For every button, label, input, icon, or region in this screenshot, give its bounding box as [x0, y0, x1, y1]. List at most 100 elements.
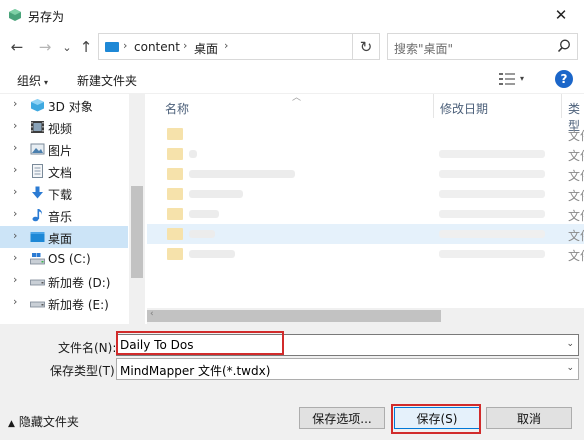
file-type: 文件 — [568, 169, 584, 183]
blurred-file-name — [189, 190, 243, 198]
sidebar-item-3d-objects[interactable]: › 3D 对象 — [0, 94, 128, 116]
sidebar-item-label: OS (C:) — [48, 252, 91, 266]
blurred-date — [439, 190, 545, 198]
expand-chevron-icon[interactable]: › — [13, 229, 17, 242]
sidebar-item-label: 图片 — [48, 144, 73, 158]
breadcrumb-desktop[interactable]: 桌面 — [194, 40, 218, 57]
folder-icon — [167, 128, 183, 140]
back-button[interactable]: ← — [6, 36, 28, 58]
column-header-type[interactable]: 类型 — [568, 100, 584, 133]
blurred-date — [439, 150, 545, 158]
forward-button[interactable]: → — [34, 36, 56, 58]
folder-icon — [167, 148, 183, 160]
column-header-name[interactable]: 名称 — [165, 100, 189, 124]
expand-chevron-icon[interactable]: › — [13, 207, 17, 220]
file-type: 文件 — [568, 149, 584, 163]
column-header-modified[interactable]: 修改日期 — [440, 100, 488, 124]
close-button[interactable]: ✕ — [538, 0, 584, 30]
column-divider[interactable] — [561, 94, 562, 118]
organize-label: 组织 — [17, 74, 42, 88]
filetype-select[interactable]: MindMapper 文件(*.twdx) ⌄ — [116, 358, 579, 380]
sidebar-item-label: 新加卷 (D:) — [48, 276, 111, 290]
expand-chevron-icon[interactable]: › — [13, 141, 17, 154]
sidebar-item-pictures[interactable]: › 图片 — [0, 138, 128, 160]
documents-icon — [32, 164, 43, 178]
expand-chevron-icon[interactable]: › — [13, 97, 17, 110]
scroll-left-icon[interactable]: ‹ — [150, 309, 154, 319]
filename-label: 文件名(N): — [58, 341, 117, 355]
sidebar-item-videos[interactable]: › 视频 — [0, 116, 128, 138]
address-bar[interactable]: › content › 桌面 › ⌄ — [98, 33, 437, 60]
sidebar-item-volume-d[interactable]: › 新加卷 (D:) — [0, 270, 128, 292]
blurred-date — [439, 250, 545, 258]
search-input[interactable]: 搜索"桌面" — [387, 33, 578, 60]
save-options-button[interactable]: 保存选项... — [299, 407, 385, 429]
sidebar-item-label: 下载 — [48, 188, 73, 202]
filetype-value: MindMapper 文件(*.twdx) — [120, 364, 271, 378]
blurred-date — [439, 230, 545, 238]
file-type: 文件 — [568, 129, 584, 143]
recent-locations-button[interactable]: ⌄ — [60, 36, 74, 58]
up-arrow-icon: ↑ — [79, 38, 93, 56]
expand-chevron-icon[interactable]: › — [13, 295, 17, 308]
cancel-button-label: 取消 — [516, 411, 541, 426]
column-divider[interactable] — [433, 94, 434, 118]
file-row[interactable]: 文件 — [147, 124, 584, 144]
blurred-file-name — [189, 170, 295, 178]
breadcrumb-content[interactable]: content — [134, 40, 180, 54]
sidebar-item-volume-e[interactable]: › 新加卷 (E:) — [0, 292, 128, 314]
chevron-down-icon[interactable]: ⌄ — [566, 339, 574, 349]
file-type: 文件 — [568, 209, 584, 223]
organize-menu[interactable]: 组织 ▾ — [17, 72, 48, 89]
horizontal-scroll-thumb[interactable] — [147, 310, 441, 322]
sidebar-item-documents[interactable]: › 文档 — [0, 160, 128, 182]
breadcrumb-separator-icon: › — [183, 39, 188, 52]
expand-chevron-icon[interactable]: › — [13, 119, 17, 132]
file-row[interactable]: 文件 — [147, 244, 584, 264]
new-folder-button[interactable]: 新建文件夹 — [77, 72, 137, 89]
navigation-bar: ← → ⌄ ↑ › content › 桌面 › ⌄ ↻ 搜索"桌面" — [0, 30, 584, 64]
save-highlight-box — [391, 404, 481, 434]
expand-chevron-icon[interactable]: › — [13, 185, 17, 198]
sidebar-item-music[interactable]: › 音乐 — [0, 204, 128, 226]
window-title: 另存为 — [28, 10, 65, 24]
refresh-button[interactable]: ↻ — [352, 33, 379, 60]
command-toolbar: 组织 ▾ 新建文件夹 ▾ ? — [0, 64, 584, 94]
sidebar-item-desktop[interactable]: › 桌面 — [0, 226, 128, 248]
expand-chevron-icon[interactable]: › — [13, 251, 17, 264]
sidebar-item-label: 桌面 — [48, 232, 73, 246]
cancel-button[interactable]: 取消 — [486, 407, 572, 429]
file-row[interactable]: 文件 — [147, 204, 584, 224]
search-icon — [557, 39, 570, 53]
breadcrumb-separator-icon: › — [224, 39, 229, 52]
view-caret-icon[interactable]: ▾ — [520, 74, 524, 83]
file-row[interactable]: 文件 — [147, 224, 584, 244]
blurred-file-name — [189, 210, 219, 218]
sidebar-item-os-c[interactable]: › OS (C:) — [0, 248, 128, 270]
up-button[interactable]: ↑ — [76, 36, 96, 58]
file-row[interactable]: 文件 — [147, 164, 584, 184]
expand-chevron-icon[interactable]: › — [13, 163, 17, 176]
chevron-down-icon[interactable]: ⌄ — [566, 363, 574, 373]
app-icon — [9, 9, 21, 21]
file-row[interactable]: 文件 — [147, 184, 584, 204]
expand-chevron-icon[interactable]: › — [13, 273, 17, 286]
hide-folders-label: 隐藏文件夹 — [18, 415, 79, 429]
sidebar-scroll-thumb[interactable] — [131, 186, 143, 278]
sidebar-item-label: 3D 对象 — [48, 100, 93, 114]
caret-up-icon: ▲ — [8, 419, 15, 429]
music-icon — [32, 209, 42, 222]
file-row[interactable]: 文件 — [147, 144, 584, 164]
folder-icon — [167, 248, 183, 260]
sidebar-item-downloads[interactable]: › 下载 — [0, 182, 128, 204]
blurred-date — [439, 170, 545, 178]
hide-folders-toggle[interactable]: ▲ 隐藏文件夹 — [8, 413, 79, 430]
save-options-label: 保存选项... — [312, 411, 372, 426]
file-type: 文件 — [568, 229, 584, 243]
forward-arrow-icon: → — [38, 38, 52, 56]
folder-icon — [167, 188, 183, 200]
sort-ascending-icon: ︿ — [292, 94, 302, 103]
view-options-icon[interactable] — [498, 72, 516, 86]
help-icon[interactable]: ? — [555, 70, 573, 88]
search-placeholder: 搜索"桌面" — [394, 42, 454, 56]
